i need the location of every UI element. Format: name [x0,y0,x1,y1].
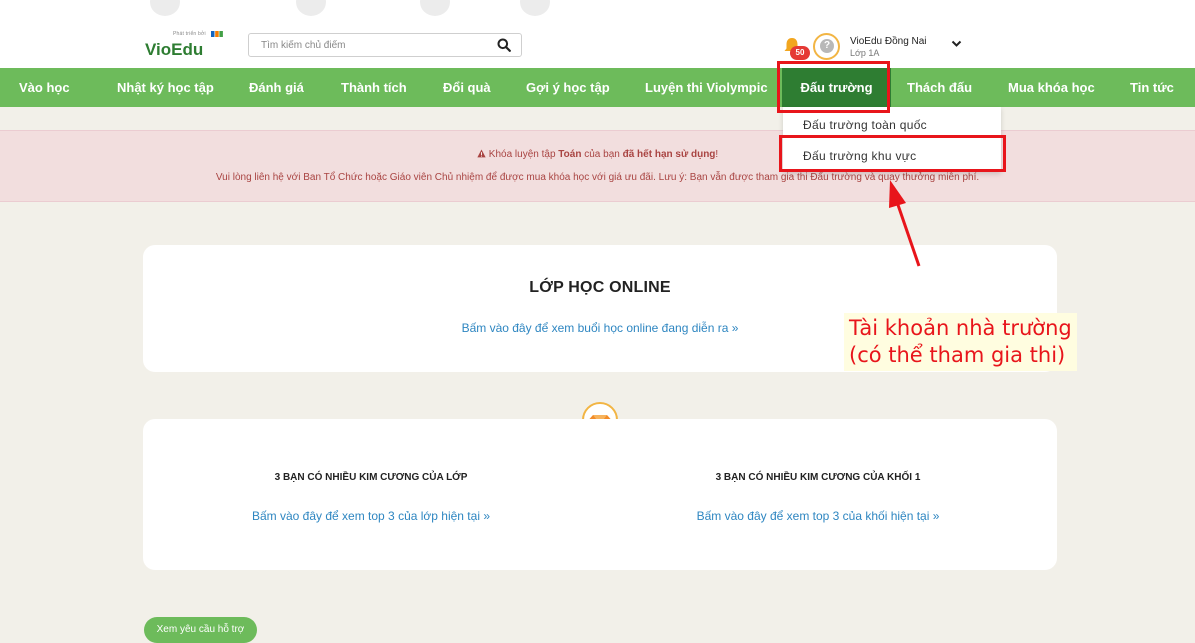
alert-text-pre: Khóa luyện tập [488,149,559,160]
grade-top-link[interactable]: Bấm vào đây để xem top 3 của khối hiện t… [573,509,1063,523]
ghost-tab [520,0,550,16]
class-top-link[interactable]: Bấm vào đây để xem top 3 của lớp hiện tạ… [143,509,599,523]
logo-text: VioEdu [145,40,204,59]
top-header: Phát triển bởi VioEdu 50 VioEdu Đồng Nai… [0,0,1195,68]
alert-message: Khóa luyện tập Toán của bạn đã hết hạn s… [0,149,1195,160]
avatar[interactable] [813,33,840,60]
dau-truong-dropdown: Đấu trường toàn quốc Đấu trường khu vực [783,107,1001,172]
nav-item-goi-y-hoc-tap[interactable]: Gợi ý học tập [526,68,610,107]
class-top-title: 3 BẠN CÓ NHIỀU KIM CƯƠNG CỦA LỚP [274,472,468,483]
ghost-tab [420,0,450,16]
alert-text-mid: của bạn [581,149,623,160]
user-name: VioEdu Đồng Nai [850,36,927,47]
alert-text-end: ! [715,149,719,160]
user-class: Lớp 1A [850,48,880,58]
main-nav: Vào học Nhật ký học tập Đánh giá Thành t… [0,68,1195,107]
alert-note: Vui lòng liên hệ với Ban Tổ Chức hoặc Gi… [215,172,980,183]
nav-item-danh-gia[interactable]: Đánh giá [249,68,304,107]
nav-item-thach-dau[interactable]: Thách đấu [907,68,972,107]
support-request-button[interactable]: Xem yêu cầu hỗ trợ [144,617,257,643]
nav-item-doi-qua[interactable]: Đổi quà [443,68,491,107]
ghost-tab [296,0,326,16]
nav-item-vao-hoc[interactable]: Vào học [19,68,70,107]
ghost-tab [150,0,180,16]
expired-course-alert: Khóa luyện tập Toán của bạn đã hết hạn s… [0,130,1195,202]
annotation-line-1: Tài khoản nhà trường [849,316,1072,340]
chevron-down-icon[interactable] [951,40,962,48]
logo-tagline: Phát triển bởi [173,31,206,37]
dropdown-item-dau-truong-toan-quoc[interactable]: Đấu trường toàn quốc [803,118,927,132]
alert-subject: Toán [558,149,582,160]
search-box [248,33,522,57]
nav-item-mua-khoa-hoc[interactable]: Mua khóa học [1008,68,1095,107]
online-class-title: LỚP HỌC ONLINE [529,279,671,296]
search-icon[interactable] [497,38,511,52]
nav-item-luyen-thi-violympic[interactable]: Luyện thi Violympic [645,68,768,107]
dropdown-item-dau-truong-khu-vuc[interactable]: Đấu trường khu vực [803,149,916,163]
alert-status: đã hết hạn sử dụng [622,149,716,160]
top-diamonds-card: 3 BẠN CÓ NHIỀU KIM CƯƠNG CỦA LỚP Bấm vào… [143,419,1057,570]
search-input[interactable] [249,34,479,56]
grade-top-title: 3 BẠN CÓ NHIỀU KIM CƯƠNG CỦA KHỐI 1 [715,472,921,483]
nav-item-tin-tuc[interactable]: Tin tức [1130,68,1174,107]
warning-icon [477,149,486,158]
nav-item-dau-truong[interactable]: Đấu trường [782,68,891,107]
annotation-note: Tài khoản nhà trường (có thể tham gia th… [844,313,1077,371]
fpt-logo-icon [211,31,223,37]
nav-item-thanh-tich[interactable]: Thành tích [341,68,407,107]
notification-badge: 50 [790,46,810,60]
annotation-line-2: (có thể tham gia thi) [849,343,1066,367]
nav-item-nhat-ky-hoc-tap[interactable]: Nhật ký học tập [117,68,214,107]
vioedu-logo[interactable]: Phát triển bởi VioEdu [145,31,230,63]
